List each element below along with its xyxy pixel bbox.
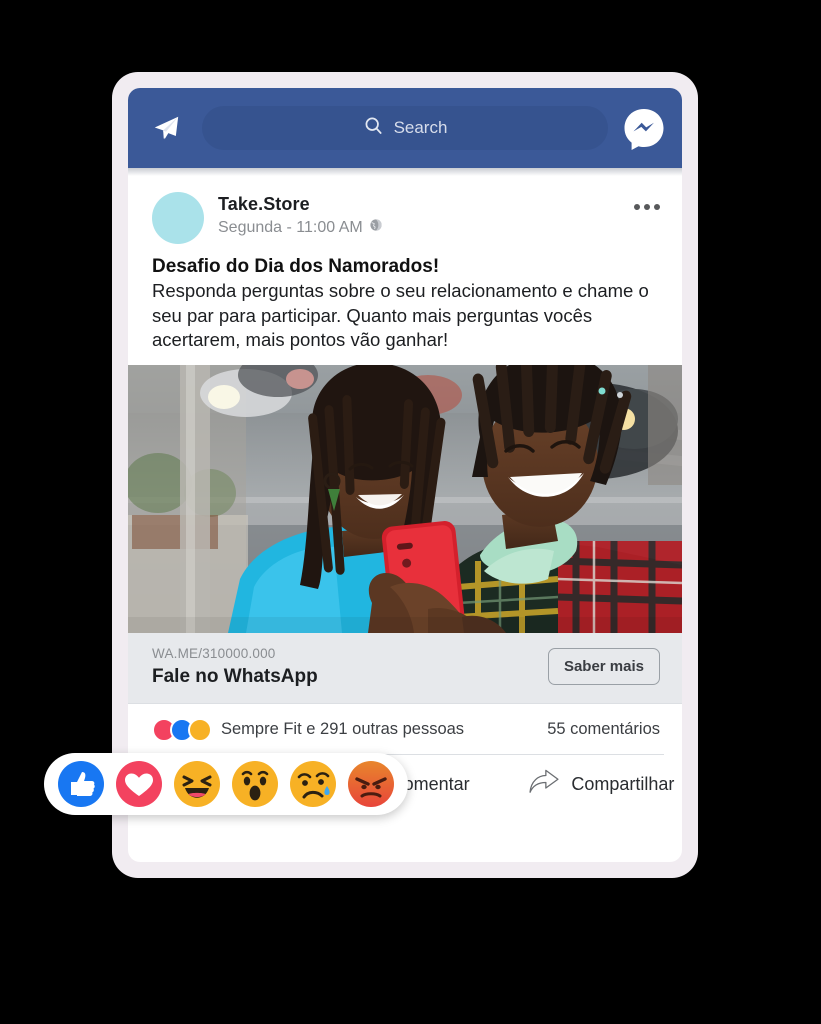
topbar-shadow bbox=[128, 168, 682, 176]
share-arrow-outline-icon bbox=[528, 769, 560, 800]
comment-count[interactable]: 55 comentários bbox=[547, 720, 660, 739]
post-timestamp-text: Segunda - 11:00 AM bbox=[218, 218, 363, 236]
love-reaction[interactable] bbox=[116, 761, 162, 807]
search-input[interactable]: Search bbox=[394, 118, 448, 138]
like-reaction[interactable] bbox=[58, 761, 104, 807]
screenshot-root: Search Take.Store Segunda - 11:00 AM Des… bbox=[0, 0, 821, 1024]
search-bar[interactable]: Search bbox=[202, 106, 608, 150]
reaction-picker[interactable] bbox=[44, 753, 408, 815]
globe-icon bbox=[369, 218, 383, 237]
messenger-icon[interactable] bbox=[622, 106, 666, 150]
mini-reaction-badges[interactable] bbox=[152, 717, 212, 742]
share-button-label: Compartilhar bbox=[571, 773, 675, 794]
link-url: WA.ME/310000.000 bbox=[152, 645, 276, 661]
reaction-names[interactable]: Sempre Fit e 291 outras pessoas bbox=[221, 720, 547, 739]
send-plane-icon[interactable] bbox=[144, 106, 188, 150]
post-header: Take.Store Segunda - 11:00 AM bbox=[128, 176, 682, 244]
share-button[interactable]: Compartilhar bbox=[528, 769, 674, 800]
more-horizontal-icon[interactable] bbox=[634, 192, 660, 210]
saber-mais-button[interactable]: Saber mais bbox=[547, 648, 660, 686]
post-title: Desafio do Dia dos Namorados! bbox=[152, 256, 440, 277]
page-title[interactable]: Take.Store bbox=[218, 194, 634, 215]
wow-reaction-badge bbox=[188, 717, 212, 742]
haha-reaction[interactable] bbox=[174, 761, 220, 807]
app-topbar: Search bbox=[128, 88, 682, 168]
app-screen: Search Take.Store Segunda - 11:00 AM Des… bbox=[128, 88, 682, 862]
angry-reaction[interactable] bbox=[348, 761, 394, 807]
link-preview[interactable]: WA.ME/310000.000 Fale no WhatsApp Saber … bbox=[128, 632, 682, 704]
avatar[interactable] bbox=[152, 192, 204, 244]
engagement-summary: Sempre Fit e 291 outras pessoas 55 comen… bbox=[128, 704, 682, 754]
wow-reaction[interactable] bbox=[232, 761, 278, 807]
sad-reaction[interactable] bbox=[290, 761, 336, 807]
post-body: Desafio do Dia dos Namorados! Responda p… bbox=[128, 244, 682, 365]
post-image[interactable] bbox=[128, 364, 682, 633]
link-title: Fale no WhatsApp bbox=[152, 665, 318, 687]
post-text: Responda perguntas sobre o seu relaciona… bbox=[152, 280, 649, 351]
search-icon bbox=[363, 115, 384, 141]
post-timestamp: Segunda - 11:00 AM bbox=[218, 218, 634, 237]
